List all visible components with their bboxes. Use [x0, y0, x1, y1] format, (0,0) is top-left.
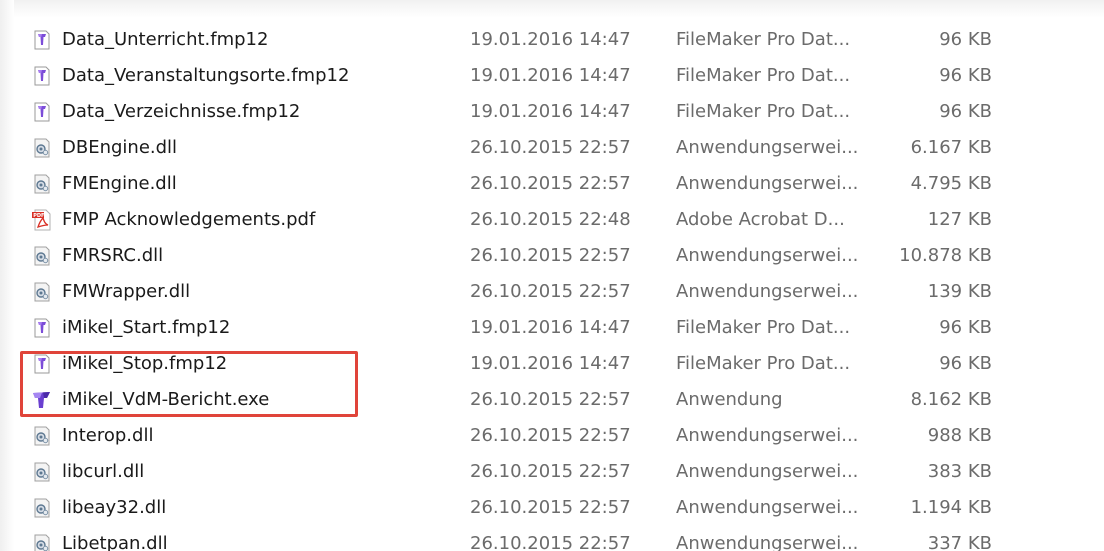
file-row[interactable]: libcurl.dll 26.10.2015 22:57 Anwendungse…	[0, 454, 1104, 490]
file-modified-date: 26.10.2015 22:48	[470, 209, 631, 230]
file-modified-date: 19.01.2016 14:47	[470, 317, 631, 338]
file-list: Data_Unterricht.fmp12 19.01.2016 14:47 F…	[0, 22, 1104, 551]
filemaker-file-icon	[30, 310, 54, 346]
pdf-file-icon: PDF	[30, 202, 54, 238]
dll-file-icon	[30, 130, 54, 166]
file-size: 96 KB	[939, 65, 992, 86]
file-size: 96 KB	[939, 317, 992, 338]
file-size: 6.167 KB	[910, 137, 992, 158]
file-row[interactable]: Data_Unterricht.fmp12 19.01.2016 14:47 F…	[0, 22, 1104, 58]
file-size: 383 KB	[927, 461, 992, 482]
file-type: Anwendungserwei...	[676, 173, 859, 194]
file-row[interactable]: FMWrapper.dll 26.10.2015 22:57 Anwendung…	[0, 274, 1104, 310]
file-type: Anwendungserwei...	[676, 425, 859, 446]
file-type: Anwendungserwei...	[676, 281, 859, 302]
file-name: FMP Acknowledgements.pdf	[62, 209, 316, 230]
file-size: 337 KB	[927, 533, 992, 551]
dll-file-icon	[30, 526, 54, 551]
file-type: Anwendungserwei...	[676, 461, 859, 482]
file-name: DBEngine.dll	[62, 137, 178, 158]
filemaker-file-icon	[30, 58, 54, 94]
file-modified-date: 19.01.2016 14:47	[470, 353, 631, 374]
file-type: FileMaker Pro Dat...	[676, 317, 851, 338]
file-name: FMWrapper.dll	[62, 281, 191, 302]
filemaker-app-icon	[30, 382, 54, 418]
file-size: 96 KB	[939, 29, 992, 50]
file-size: 8.162 KB	[910, 389, 992, 410]
dll-file-icon	[30, 490, 54, 526]
file-modified-date: 26.10.2015 22:57	[470, 137, 631, 158]
file-row[interactable]: FMEngine.dll 26.10.2015 22:57 Anwendungs…	[0, 166, 1104, 202]
file-name: Interop.dll	[62, 425, 154, 446]
file-type: FileMaker Pro Dat...	[676, 101, 851, 122]
dll-file-icon	[30, 274, 54, 310]
file-name: FMEngine.dll	[62, 173, 177, 194]
file-type: FileMaker Pro Dat...	[676, 65, 851, 86]
file-size: 1.194 KB	[910, 497, 992, 518]
file-size: 988 KB	[927, 425, 992, 446]
file-type: FileMaker Pro Dat...	[676, 29, 851, 50]
file-name: iMikel_Start.fmp12	[62, 317, 231, 338]
file-row[interactable]: libeay32.dll 26.10.2015 22:57 Anwendungs…	[0, 490, 1104, 526]
file-modified-date: 26.10.2015 22:57	[470, 173, 631, 194]
top-edge-shadow	[0, 0, 1104, 18]
file-modified-date: 26.10.2015 22:57	[470, 281, 631, 302]
file-name: Data_Verzeichnisse.fmp12	[62, 101, 301, 122]
file-name: iMikel_Stop.fmp12	[62, 353, 228, 374]
file-name: Data_Unterricht.fmp12	[62, 29, 269, 50]
file-name: libeay32.dll	[62, 497, 167, 518]
file-name: libcurl.dll	[62, 461, 145, 482]
file-type: Anwendungserwei...	[676, 137, 859, 158]
filemaker-file-icon	[30, 94, 54, 130]
file-size: 139 KB	[927, 281, 992, 302]
file-row[interactable]: DBEngine.dll 26.10.2015 22:57 Anwendungs…	[0, 130, 1104, 166]
file-name: iMikel_VdM-Bericht.exe	[62, 389, 270, 410]
file-type: Anwendungserwei...	[676, 497, 859, 518]
file-size: 4.795 KB	[910, 173, 992, 194]
file-size: 96 KB	[939, 101, 992, 122]
file-size: 10.878 KB	[899, 245, 992, 266]
file-modified-date: 26.10.2015 22:57	[470, 245, 631, 266]
file-row[interactable]: PDF FMP Acknowledgements.pdf 26.10.2015 …	[0, 202, 1104, 238]
file-row[interactable]: iMikel_Stop.fmp12 19.01.2016 14:47 FileM…	[0, 346, 1104, 382]
file-row[interactable]: Interop.dll 26.10.2015 22:57 Anwendungse…	[0, 418, 1104, 454]
file-name: Libetpan.dll	[62, 533, 168, 551]
file-row[interactable]: FMRSRC.dll 26.10.2015 22:57 Anwendungser…	[0, 238, 1104, 274]
file-modified-date: 26.10.2015 22:57	[470, 389, 631, 410]
file-size: 127 KB	[927, 209, 992, 230]
file-row[interactable]: Data_Veranstaltungsorte.fmp12 19.01.2016…	[0, 58, 1104, 94]
file-row[interactable]: iMikel_Start.fmp12 19.01.2016 14:47 File…	[0, 310, 1104, 346]
file-modified-date: 19.01.2016 14:47	[470, 29, 631, 50]
dll-file-icon	[30, 238, 54, 274]
file-type: Adobe Acrobat D...	[676, 209, 845, 230]
file-modified-date: 26.10.2015 22:57	[470, 497, 631, 518]
file-modified-date: 26.10.2015 22:57	[470, 461, 631, 482]
file-row[interactable]: iMikel_VdM-Bericht.exe 26.10.2015 22:57 …	[0, 382, 1104, 418]
dll-file-icon	[30, 166, 54, 202]
filemaker-file-icon	[30, 22, 54, 58]
file-row[interactable]: Libetpan.dll 26.10.2015 22:57 Anwendungs…	[0, 526, 1104, 551]
file-name: FMRSRC.dll	[62, 245, 164, 266]
file-name: Data_Veranstaltungsorte.fmp12	[62, 65, 350, 86]
file-explorer-list-view: Data_Unterricht.fmp12 19.01.2016 14:47 F…	[0, 0, 1104, 551]
file-modified-date: 19.01.2016 14:47	[470, 101, 631, 122]
file-type: Anwendungserwei...	[676, 245, 859, 266]
dll-file-icon	[30, 454, 54, 490]
file-size: 96 KB	[939, 353, 992, 374]
filemaker-file-icon	[30, 346, 54, 382]
file-type: FileMaker Pro Dat...	[676, 353, 851, 374]
dll-file-icon	[30, 418, 54, 454]
file-modified-date: 19.01.2016 14:47	[470, 65, 631, 86]
file-type: Anwendung	[676, 389, 783, 410]
file-type: Anwendungserwei...	[676, 533, 859, 551]
file-modified-date: 26.10.2015 22:57	[470, 533, 631, 551]
file-modified-date: 26.10.2015 22:57	[470, 425, 631, 446]
file-row[interactable]: Data_Verzeichnisse.fmp12 19.01.2016 14:4…	[0, 94, 1104, 130]
